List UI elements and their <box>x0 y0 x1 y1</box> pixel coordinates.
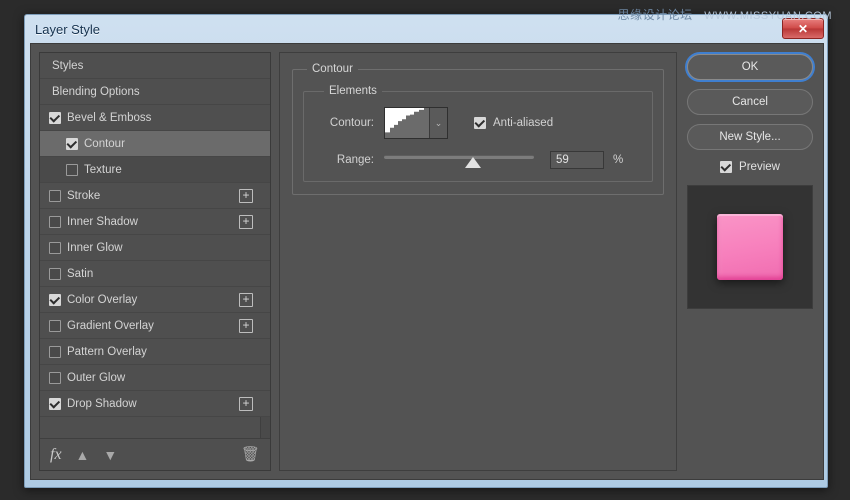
enable-checkbox[interactable] <box>49 242 61 254</box>
contour-field-row: Contour: ⌄ <box>316 107 640 139</box>
style-row-label: Drop Shadow <box>67 398 137 410</box>
style-row-label: Texture <box>84 164 122 176</box>
enable-checkbox[interactable] <box>49 346 61 358</box>
ok-button[interactable]: OK <box>687 54 813 80</box>
style-row-label: Blending Options <box>52 86 140 98</box>
style-row-stroke[interactable]: Stroke + <box>40 183 270 209</box>
enable-checkbox[interactable] <box>66 138 78 150</box>
range-slider[interactable] <box>384 151 534 169</box>
styles-sidebar: Styles Blending Options Bevel & Emboss Cont… <box>39 52 271 471</box>
chevron-down-icon[interactable]: ⌄ <box>429 108 447 138</box>
add-effect-plus-icon[interactable]: + <box>239 215 253 229</box>
enable-checkbox[interactable] <box>49 398 61 410</box>
move-up-icon[interactable]: ▲ <box>76 448 90 462</box>
style-row-satin[interactable]: Satin <box>40 261 270 287</box>
range-field-label: Range: <box>316 154 374 166</box>
preview-checkbox[interactable]: Preview <box>720 161 780 173</box>
style-row-blending-options[interactable]: Blending Options <box>40 79 270 105</box>
style-row-bevel-emboss[interactable]: Bevel & Emboss <box>40 105 270 131</box>
add-effect-plus-icon[interactable]: + <box>239 293 253 307</box>
layer-style-dialog-window: Layer Style ✕ Styles Blending Options Beve… <box>24 14 828 488</box>
style-row-drop-shadow[interactable]: Drop Shadow + <box>40 391 270 417</box>
add-effect-plus-icon[interactable]: + <box>239 397 253 411</box>
style-row-outer-glow[interactable]: Outer Glow <box>40 365 270 391</box>
close-icon: ✕ <box>798 22 808 36</box>
style-row-label: Inner Shadow <box>67 216 138 228</box>
style-row-label: Inner Glow <box>67 242 123 254</box>
style-row-contour[interactable]: Contour <box>40 131 270 157</box>
enable-checkbox[interactable] <box>49 112 61 124</box>
style-row-texture[interactable]: Texture <box>40 157 270 183</box>
style-row-label: Satin <box>67 268 93 280</box>
style-effects-list: Styles Blending Options Bevel & Emboss Cont… <box>40 53 270 438</box>
fx-icon[interactable]: fx <box>50 447 62 463</box>
watermark-url-text: WWW.MISSYUAN.COM <box>704 10 832 22</box>
style-row-label: Contour <box>84 138 125 150</box>
new-style-button[interactable]: New Style... <box>687 124 813 150</box>
contour-settings-panel: Contour Elements Contour: <box>279 52 677 471</box>
enable-checkbox[interactable] <box>49 320 61 332</box>
contour-preset-picker[interactable]: ⌄ <box>384 107 448 139</box>
contour-field-label: Contour: <box>316 117 374 129</box>
anti-aliased-checkbox-box <box>474 117 486 129</box>
preview-thumbnail <box>687 185 813 309</box>
style-row-label: Pattern Overlay <box>67 346 147 358</box>
move-down-icon[interactable]: ▼ <box>103 448 117 462</box>
style-row-label: Styles <box>52 60 83 72</box>
contour-group-title: Contour <box>307 63 358 75</box>
range-field-row: Range: 59 % <box>316 151 640 169</box>
style-row-inner-glow[interactable]: Inner Glow <box>40 235 270 261</box>
dialog-body: Styles Blending Options Bevel & Emboss Cont… <box>30 43 824 480</box>
style-row-label: Gradient Overlay <box>67 320 154 332</box>
cancel-button[interactable]: Cancel <box>687 89 813 115</box>
style-row-color-overlay[interactable]: Color Overlay + <box>40 287 270 313</box>
delete-icon[interactable]: 🗑 <box>241 447 260 462</box>
enable-checkbox[interactable] <box>66 164 78 176</box>
watermark-chinese-text: 思缘设计论坛 <box>618 8 693 22</box>
style-row-pattern-overlay[interactable]: Pattern Overlay <box>40 339 270 365</box>
anti-aliased-checkbox[interactable]: Anti-aliased <box>474 117 553 129</box>
enable-checkbox[interactable] <box>49 268 61 280</box>
dialog-actions: OK Cancel New Style... Preview <box>685 52 815 471</box>
add-effect-plus-icon[interactable]: + <box>239 319 253 333</box>
window-title: Layer Style <box>35 22 100 37</box>
style-row-inner-shadow[interactable]: Inner Shadow + <box>40 209 270 235</box>
contour-curve-thumbnail <box>385 108 429 138</box>
anti-aliased-label: Anti-aliased <box>493 117 553 129</box>
range-slider-thumb[interactable] <box>465 157 481 168</box>
sidebar-toolbar: fx ▲ ▼ 🗑 <box>40 438 270 470</box>
enable-checkbox[interactable] <box>49 294 61 306</box>
enable-checkbox[interactable] <box>49 216 61 228</box>
watermark: 思缘设计论坛 WWW.MISSYUAN.COM <box>618 6 832 23</box>
style-row-label: Outer Glow <box>67 372 125 384</box>
elements-subgroup: Elements Contour: ⌄ <box>303 85 653 182</box>
style-row-label: Bevel & Emboss <box>67 112 151 124</box>
range-value-input[interactable]: 59 <box>550 151 604 169</box>
preview-checkbox-box <box>720 161 732 173</box>
enable-checkbox[interactable] <box>49 190 61 202</box>
add-effect-plus-icon[interactable]: + <box>239 189 253 203</box>
style-row-styles[interactable]: Styles <box>40 53 270 79</box>
preview-swatch-shape <box>717 214 783 280</box>
preview-label: Preview <box>739 161 780 173</box>
style-row-label: Stroke <box>67 190 100 202</box>
style-row-label: Color Overlay <box>67 294 137 306</box>
enable-checkbox[interactable] <box>49 372 61 384</box>
range-slider-track <box>384 155 534 159</box>
style-row-gradient-overlay[interactable]: Gradient Overlay + <box>40 313 270 339</box>
elements-subgroup-title: Elements <box>324 85 382 97</box>
contour-group: Contour Elements Contour: <box>292 63 664 195</box>
range-unit-label: % <box>613 154 623 166</box>
